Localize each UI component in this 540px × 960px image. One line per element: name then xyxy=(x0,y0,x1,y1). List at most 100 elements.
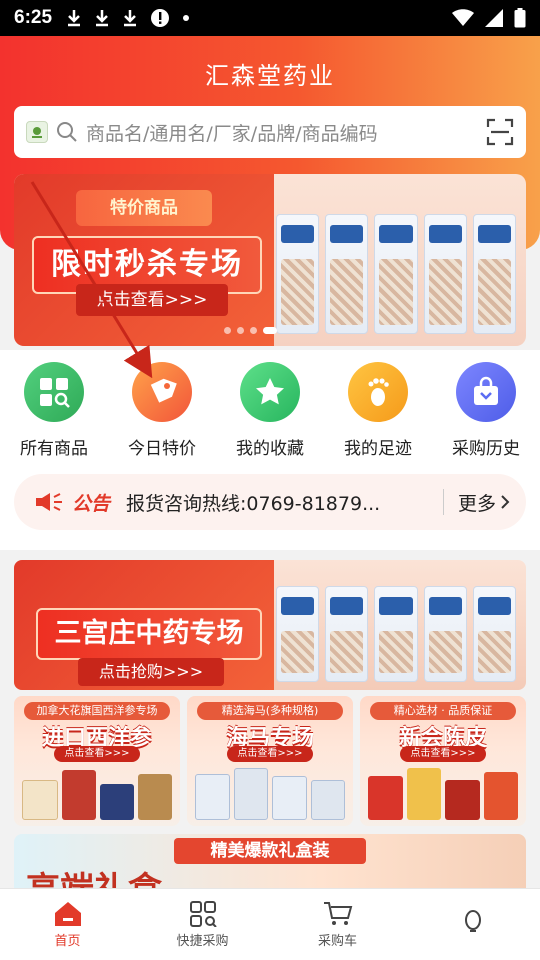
brand-logo-icon xyxy=(26,121,48,143)
app-title: 汇森堂药业 xyxy=(205,62,335,90)
tile-subtitle: 加拿大花旗国西洋参专场 xyxy=(24,702,170,720)
tile-product-images xyxy=(195,764,345,820)
product-bag xyxy=(472,214,517,334)
grid-search-icon xyxy=(24,362,84,422)
search-icon xyxy=(57,122,77,142)
product-bag xyxy=(325,586,369,682)
carousel-dot xyxy=(237,327,244,334)
battery-icon xyxy=(514,8,526,28)
product-image xyxy=(272,776,307,820)
system-icons xyxy=(452,8,526,28)
quick-nav-today-deals[interactable]: 今日特价 xyxy=(112,362,212,459)
status-time: 6:25 xyxy=(14,7,53,28)
dot-icon xyxy=(183,15,190,21)
tile-cta: 点击查看>>> xyxy=(400,746,486,762)
promo-banner-herbal-zone[interactable]: 三宫庄中药专场 点击抢购>>> xyxy=(14,560,526,690)
tile-subtitle: 精心选材 · 品质保证 xyxy=(370,702,516,720)
banner-cta-button[interactable]: 点击查看>>> xyxy=(76,284,228,316)
nav-quick-buy[interactable]: 快捷采购 xyxy=(135,889,270,960)
download-icon xyxy=(96,10,109,27)
promo-banner-flash-sale[interactable]: 特价商品 限时秒杀专场 点击查看>>> xyxy=(14,174,526,346)
tile-cta: 点击查看>>> xyxy=(227,746,313,762)
scan-icon[interactable] xyxy=(486,118,514,146)
cart-icon xyxy=(323,901,352,925)
product-images xyxy=(276,214,517,334)
product-bag xyxy=(423,586,467,682)
nav-cart[interactable]: 采购车 xyxy=(270,889,405,960)
notice-tag: 公告 xyxy=(72,492,111,515)
product-bag xyxy=(325,214,369,334)
product-bag xyxy=(276,586,320,682)
quick-buy-icon xyxy=(189,900,217,927)
tile-product-images xyxy=(368,764,518,820)
product-image xyxy=(233,768,268,820)
category-tiles: 加拿大花旗国西洋参专场 进口西洋参 点击查看>>> 精选海马(多种规格) 海马专… xyxy=(14,696,526,826)
quick-nav-label: 我的足迹 xyxy=(344,439,412,459)
product-image xyxy=(368,776,403,820)
zone-cta-button[interactable]: 点击抢购>>> xyxy=(78,658,224,686)
download-icon xyxy=(68,10,81,27)
tile-american-ginseng[interactable]: 加拿大花旗国西洋参专场 进口西洋参 点击查看>>> xyxy=(14,696,180,826)
product-image xyxy=(445,780,480,820)
quick-nav-footprints[interactable]: 我的足迹 xyxy=(328,362,428,459)
carousel-dot xyxy=(224,327,231,334)
quick-nav-row: 所有商品 今日特价 我的收藏 我的足迹 采购历史 xyxy=(0,362,540,459)
nav-label: 首页 xyxy=(54,933,81,949)
notice-bar[interactable]: 公告 报货咨询热线:0769-81879... 更多 xyxy=(14,474,526,530)
chevron-right-icon xyxy=(501,495,510,509)
product-bag xyxy=(374,214,418,334)
tile-cta: 点击查看>>> xyxy=(54,746,140,762)
download-icon xyxy=(124,10,137,27)
product-image xyxy=(62,770,96,820)
tile-product-images xyxy=(22,764,172,820)
carousel-dots xyxy=(224,327,277,334)
notice-more-label: 更多 xyxy=(457,492,496,515)
carousel-dot-active xyxy=(263,327,277,334)
shopping-bag-icon xyxy=(456,362,516,422)
wifi-icon xyxy=(452,9,474,26)
product-image xyxy=(195,774,230,820)
star-icon xyxy=(240,362,300,422)
nav-home[interactable]: 首页 xyxy=(0,889,135,960)
quick-nav-label: 所有商品 xyxy=(20,439,88,459)
profile-icon xyxy=(464,910,481,932)
nav-label: 采购车 xyxy=(317,933,357,949)
nav-label: 快捷采购 xyxy=(176,933,229,949)
product-image xyxy=(310,780,345,820)
carousel-dot xyxy=(250,327,257,334)
tile-seahorse[interactable]: 精选海马(多种规格) 海马专场 点击查看>>> xyxy=(187,696,353,826)
tile-xinhui-tangerine-peel[interactable]: 精心选材 · 品质保证 新会陈皮 点击查看>>> xyxy=(360,696,526,826)
notification-icons xyxy=(66,8,190,28)
zone-headline: 三宫庄中药专场 xyxy=(36,608,262,660)
product-image xyxy=(138,774,172,820)
quick-nav-favorites[interactable]: 我的收藏 xyxy=(220,362,320,459)
quick-nav-label: 今日特价 xyxy=(128,439,196,459)
notice-text[interactable]: 报货咨询热线:0769-81879... xyxy=(126,489,429,516)
quick-nav-all-products[interactable]: 所有商品 xyxy=(4,362,104,459)
product-bag xyxy=(374,586,418,682)
status-bar: 6:25 xyxy=(0,0,540,36)
megaphone-icon xyxy=(36,493,62,511)
product-image xyxy=(100,784,134,820)
banner-tag: 特价商品 xyxy=(76,190,212,226)
product-image xyxy=(406,768,441,820)
promo-banner-gift-box[interactable]: 精美爆款礼盒装 高端礼盒 xyxy=(14,834,526,894)
tile-subtitle: 精选海马(多种规格) xyxy=(197,702,343,720)
product-image xyxy=(483,772,518,820)
quick-nav-purchase-history[interactable]: 采购历史 xyxy=(436,362,536,459)
product-bag xyxy=(472,586,517,682)
notice-more-link[interactable]: 更多 xyxy=(458,489,510,516)
notice-divider xyxy=(442,489,444,515)
product-images xyxy=(276,586,517,682)
product-bag xyxy=(276,214,320,334)
gift-tag: 精美爆款礼盒装 xyxy=(174,838,366,864)
product-bag xyxy=(423,214,467,334)
quick-nav-label: 我的收藏 xyxy=(236,439,304,459)
nav-profile[interactable] xyxy=(405,889,540,960)
search-bar[interactable]: 商品名/通用名/厂家/品牌/商品编码 xyxy=(14,106,526,158)
quick-nav-label: 采购历史 xyxy=(452,439,520,459)
alert-icon xyxy=(151,9,170,27)
signal-icon xyxy=(485,9,503,27)
footprint-icon xyxy=(348,362,408,422)
search-input[interactable]: 商品名/通用名/厂家/品牌/商品编码 xyxy=(86,119,486,146)
